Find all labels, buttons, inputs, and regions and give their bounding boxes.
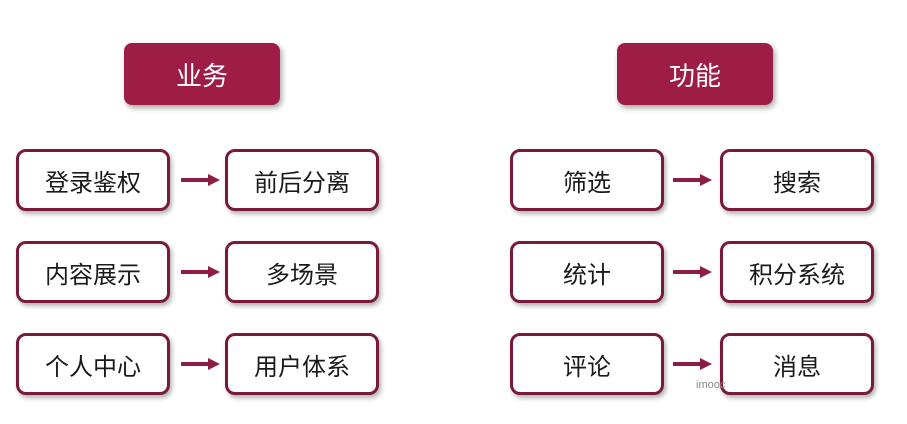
- right-row-3-to-box: 消息: [720, 333, 874, 395]
- right-row-2-to-box: 积分系统: [720, 241, 874, 303]
- right-row-3-to-label: 消息: [773, 352, 821, 381]
- right-row-3-from-box: 评论: [510, 333, 664, 395]
- left-row-2-from-label: 内容展示: [45, 260, 141, 289]
- left-row-2-from-box: 内容展示: [16, 241, 170, 303]
- left-row-2-arrow-icon: [181, 265, 221, 279]
- left-row-3-from-box: 个人中心: [16, 333, 170, 395]
- right-row-2-arrow-icon: [673, 265, 713, 279]
- left-row-3-from-label: 个人中心: [45, 352, 141, 381]
- left-row-3-to-label: 用户体系: [254, 352, 350, 381]
- right-header-label: 功能: [668, 61, 721, 92]
- left-row-3-to-box: 用户体系: [225, 333, 379, 395]
- right-row-2-from-box: 统计: [510, 241, 664, 303]
- right-row-3-arrow-icon: [673, 357, 713, 371]
- right-row-1-from-label: 筛选: [563, 168, 611, 197]
- left-header-label: 业务: [175, 61, 228, 92]
- right-row-1-arrow-icon: [673, 173, 713, 187]
- left-row-1-to-label: 前后分离: [254, 168, 350, 197]
- right-row-1-to-box: 搜索: [720, 149, 874, 211]
- right-row-3-from-label: 评论: [563, 352, 611, 381]
- left-row-1-arrow-icon: [181, 173, 221, 187]
- left-row-2-to-label: 多场景: [266, 260, 338, 289]
- left-header: 业务: [124, 43, 280, 105]
- watermark-text: imooc: [696, 379, 726, 391]
- left-row-3-arrow-icon: [181, 357, 221, 371]
- right-row-2-from-label: 统计: [563, 260, 611, 289]
- left-row-2-to-box: 多场景: [225, 241, 379, 303]
- left-row-1-to-box: 前后分离: [225, 149, 379, 211]
- left-row-1-from-box: 登录鉴权: [16, 149, 170, 211]
- right-row-1-from-box: 筛选: [510, 149, 664, 211]
- right-header: 功能: [617, 43, 773, 105]
- left-row-1-from-label: 登录鉴权: [45, 168, 141, 197]
- right-row-2-to-label: 积分系统: [749, 260, 845, 289]
- right-row-1-to-label: 搜索: [773, 168, 821, 197]
